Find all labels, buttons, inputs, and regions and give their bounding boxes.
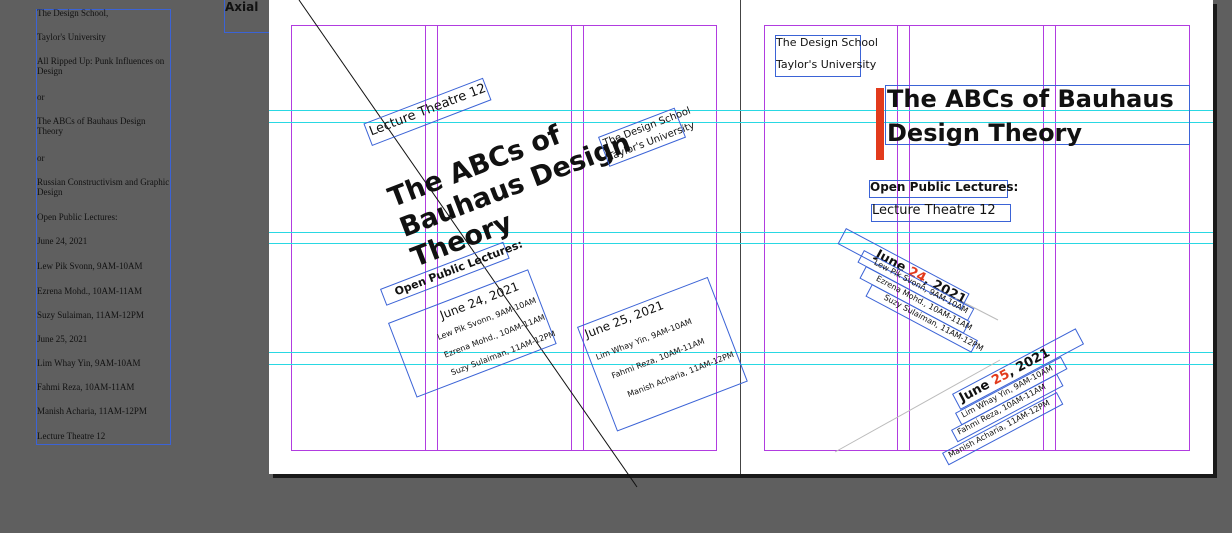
title-line2-right: Design Theory: [887, 119, 1083, 147]
lecture-hall-right: Lecture Theatre 12: [872, 203, 996, 218]
lectures-heading-right: Open Public Lectures:: [870, 180, 1019, 194]
accent-bar: [876, 88, 884, 160]
school-line1-right: The Design School: [776, 36, 878, 49]
axial-diagonal-line[interactable]: [0, 0, 1232, 533]
title-line1-right: The ABCs of Bauhaus: [887, 85, 1174, 113]
school-line2-right: Taylor's University: [776, 58, 877, 71]
